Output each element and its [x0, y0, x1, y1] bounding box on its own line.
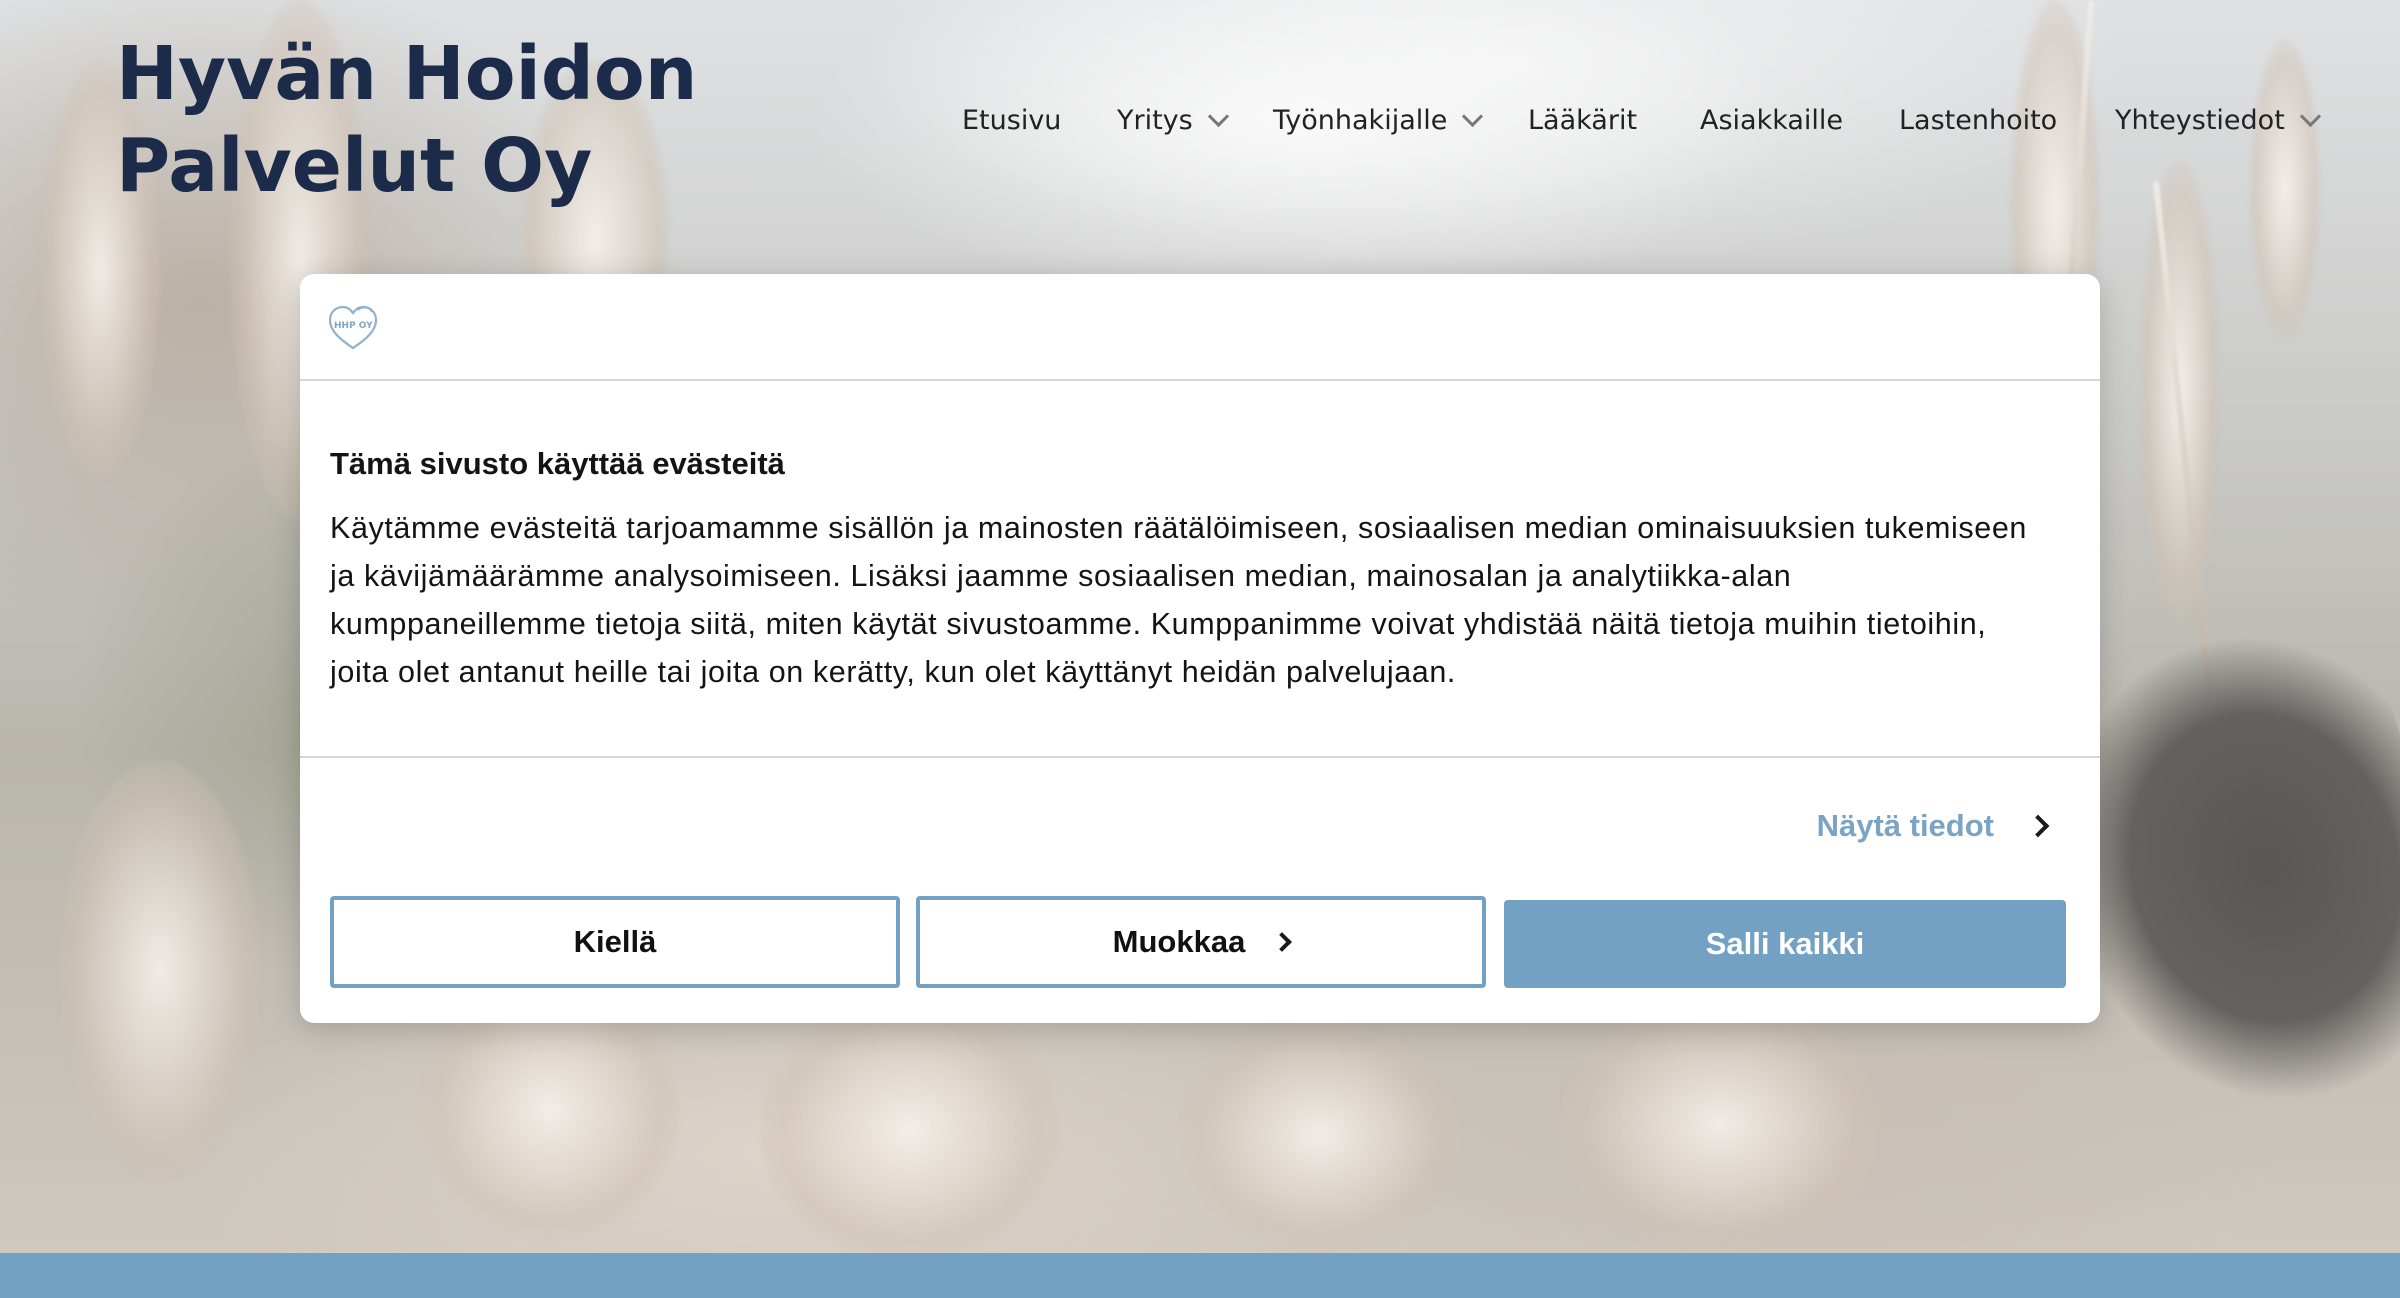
company-heart-logo: HHP OY [328, 304, 378, 352]
nav-item-laakarit[interactable]: Lääkärit [1528, 98, 1637, 142]
nav-item-label: Asiakkaille [1700, 104, 1844, 136]
allow-all-button[interactable]: Salli kaikki [1504, 900, 2066, 988]
footer-accent-strip [0, 1253, 2400, 1298]
deny-button[interactable]: Kiellä [330, 896, 900, 988]
brand-logo-text[interactable]: Hyvän Hoidon Palvelut Oy [116, 28, 736, 212]
nav-item-label: Lääkärit [1528, 104, 1638, 136]
chevron-right-icon [2026, 814, 2050, 838]
cookie-dialog-body: Käytämme evästeitä tarjoamamme sisällön … [330, 511, 2027, 689]
grass-plume-decoration [760, 1000, 1060, 1260]
nav-item-tyonhakijalle[interactable]: Työnhakijalle [1273, 98, 1484, 142]
grass-plume-decoration [2250, 40, 2320, 340]
page: Hyvän Hoidon Palvelut Oy Etusivu Yritys … [0, 0, 2400, 1298]
nav-item-label: Yhteystiedot [2115, 104, 2285, 136]
nav-item-etusivu[interactable]: Etusivu [962, 98, 1061, 142]
chevron-down-icon [1207, 105, 1229, 127]
nav-item-label: Lastenhoito [1899, 104, 2058, 136]
chevron-down-icon [2299, 105, 2321, 127]
nav-item-yritys[interactable]: Yritys [1117, 98, 1229, 142]
logo-text: HHP OY [334, 321, 373, 331]
nav-item-label: Yritys [1117, 104, 1193, 136]
nav-item-label: Etusivu [962, 104, 1062, 136]
show-details-label: Näytä tiedot [1816, 808, 1994, 843]
cookie-dialog-title: Tämä sivusto käyttää evästeitä [330, 446, 785, 481]
grass-plume-decoration [60, 760, 260, 1180]
chevron-down-icon [1462, 105, 1484, 127]
nav-item-asiakkaille[interactable]: Asiakkaille [1700, 98, 1843, 142]
cookie-consent-dialog: HHP OY Tämä sivusto käyttää evästeitä Kä… [300, 274, 2100, 1023]
grass-plume-decoration [1180, 1020, 1460, 1250]
chevron-right-icon [1272, 932, 1293, 952]
customize-button[interactable]: Muokkaa [916, 896, 1486, 988]
dialog-divider [300, 756, 2100, 758]
show-details-link[interactable]: Näytä tiedot [1816, 804, 2050, 848]
grass-plume-decoration [1560, 1000, 1880, 1250]
nav-item-label: Työnhakijalle [1273, 104, 1448, 136]
dialog-header: HHP OY [300, 274, 2100, 381]
nav-item-lastenhoito[interactable]: Lastenhoito [1899, 98, 2057, 142]
customize-button-label: Muokkaa [1112, 924, 1246, 959]
nav-item-yhteystiedot[interactable]: Yhteystiedot [2115, 98, 2321, 142]
deny-button-label: Kiellä [573, 924, 657, 959]
allow-all-button-label: Salli kaikki [1705, 926, 1865, 961]
